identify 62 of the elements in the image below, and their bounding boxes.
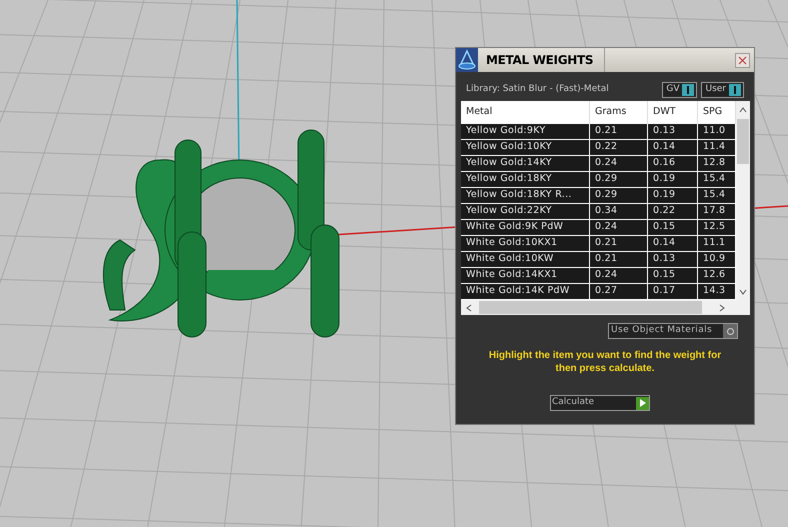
table-row[interactable]: White Gold:10KW 0.21 0.13 10.9 — [461, 252, 736, 268]
table-cell: 0.19 — [648, 188, 698, 203]
table-cell: Yellow Gold:10KY — [461, 140, 590, 155]
table-row[interactable]: White Gold:9K PdW 0.24 0.15 12.5 — [461, 220, 736, 236]
table-cell: 0.27 — [590, 284, 648, 299]
play-icon — [636, 396, 649, 410]
close-icon — [738, 56, 747, 64]
vertical-scrollbar[interactable] — [736, 101, 750, 300]
table-row[interactable]: Yellow Gold:14KY 0.24 0.16 12.8 — [461, 156, 736, 172]
table-cell: Yellow Gold:18KY — [461, 172, 590, 187]
table-cell: 0.15 — [648, 268, 698, 283]
library-label: Library: Satin Blur - (Fast)-Metal — [466, 83, 609, 96]
horizontal-scrollbar[interactable] — [461, 300, 750, 315]
table-cell: 0.17 — [648, 284, 698, 299]
dropdown-icon — [723, 324, 737, 338]
cone-icon — [456, 48, 478, 72]
table-cell: White Gold:10KW — [461, 252, 590, 267]
table-cell: 0.21 — [590, 252, 648, 267]
table-cell: White Gold:10KX1 — [461, 236, 590, 251]
toggle-icon — [682, 84, 694, 96]
close-button[interactable] — [735, 52, 750, 68]
calculate-button[interactable]: Calculate — [550, 395, 650, 411]
table-cell: 0.29 — [590, 188, 648, 203]
table-cell: White Gold:14K PdW — [461, 284, 590, 299]
table-cell: 0.34 — [590, 204, 648, 219]
table-row[interactable]: White Gold:14KX1 0.24 0.15 12.6 — [461, 268, 736, 284]
table-cell: 0.14 — [648, 140, 698, 155]
table-cell: Yellow Gold:18KY R... — [461, 188, 590, 203]
table-cell: Yellow Gold:14KY — [461, 156, 590, 171]
table-row[interactable]: Yellow Gold:18KY R... 0.29 0.19 15.4 — [461, 188, 736, 204]
scrollbar-thumb[interactable] — [737, 119, 749, 164]
table-cell: 0.21 — [590, 236, 648, 251]
table-cell: 0.21 — [590, 124, 648, 139]
table-cell: 0.29 — [590, 172, 648, 187]
table-cell: 0.14 — [648, 236, 698, 251]
table-row[interactable]: Yellow Gold:10KY 0.22 0.14 11.4 — [461, 140, 736, 156]
table-row[interactable]: White Gold:10KX1 0.21 0.14 11.1 — [461, 236, 736, 252]
table-cell: 0.13 — [648, 124, 698, 139]
table-cell: 0.19 — [648, 172, 698, 187]
window-title: METAL WEIGHTS — [486, 52, 594, 69]
table-cell: 0.22 — [648, 204, 698, 219]
table-cell: 0.24 — [590, 220, 648, 235]
table-cell: White Gold:14KX1 — [461, 268, 590, 283]
instruction-message: Highlight the item you want to find the weight for then press calculate. — [488, 349, 722, 375]
table-row[interactable]: Yellow Gold:18KY 0.29 0.19 15.4 — [461, 172, 736, 188]
toggle-button[interactable]: GV — [662, 82, 698, 98]
material-dropdown[interactable]: Use Object Materials — [608, 323, 738, 339]
table-row[interactable]: Yellow Gold:9KY 0.21 0.13 11.0 — [461, 124, 736, 140]
table-cell: 0.22 — [590, 140, 648, 155]
table-cell: 0.15 — [648, 220, 698, 235]
table-cell: 0.16 — [648, 156, 698, 171]
table-cell: 0.13 — [648, 252, 698, 267]
table-cell: 0.24 — [590, 156, 648, 171]
table-cell: Yellow Gold:22KY — [461, 204, 590, 219]
table-cell: 0.24 — [590, 268, 648, 283]
table-row[interactable]: White Gold:14K PdW 0.27 0.17 14.3 — [461, 284, 736, 300]
toggle-button[interactable]: User — [701, 82, 744, 98]
table-cell: White Gold:9K PdW — [461, 220, 590, 235]
table-row[interactable]: Yellow Gold:22KY 0.34 0.22 17.8 — [461, 204, 736, 220]
toggle-icon — [729, 84, 741, 96]
scrollbar-thumb[interactable] — [479, 301, 702, 314]
table-cell: Yellow Gold:9KY — [461, 124, 590, 139]
